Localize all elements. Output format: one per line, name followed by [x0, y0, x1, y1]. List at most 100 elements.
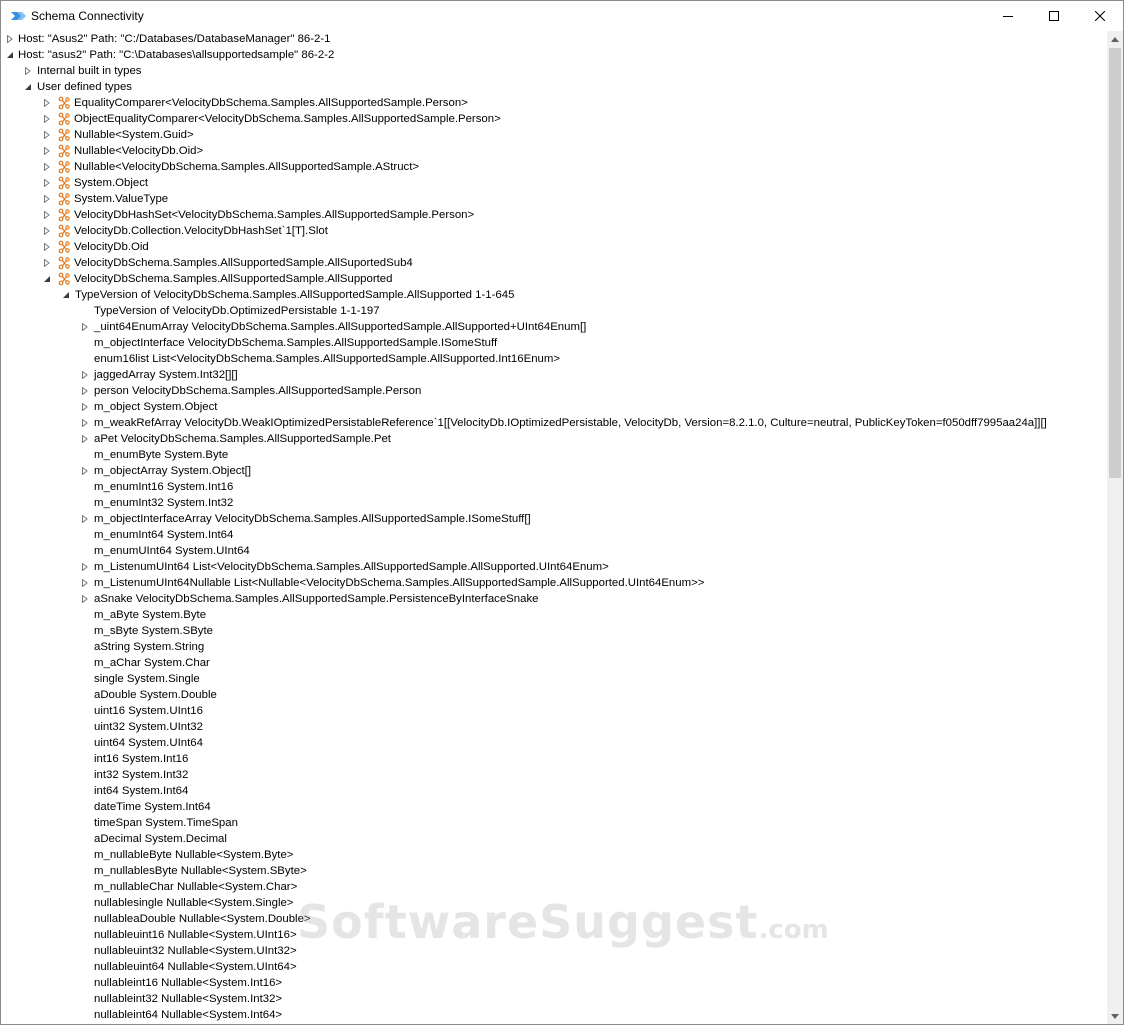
tree-item[interactable]: m_enumInt32 System.Int32	[1, 495, 1107, 511]
tree-item[interactable]: Nullable<VelocityDbSchema.Samples.AllSup…	[1, 159, 1107, 175]
expand-arrow-icon[interactable]	[43, 259, 51, 267]
expand-arrow-icon[interactable]	[81, 515, 89, 523]
tree-item[interactable]: EqualityComparer<VelocityDbSchema.Sample…	[1, 95, 1107, 111]
tree-item[interactable]: m_ListenumUInt64Nullable List<Nullable<V…	[1, 575, 1107, 591]
tree-item[interactable]: aSnake VelocityDbSchema.Samples.AllSuppo…	[1, 591, 1107, 607]
tree-item[interactable]: Host: "Asus2" Path: "C:/Databases/Databa…	[1, 31, 1107, 47]
tree-item[interactable]: m_objectInterfaceArray VelocityDbSchema.…	[1, 511, 1107, 527]
tree-item[interactable]: VelocityDbSchema.Samples.AllSupportedSam…	[1, 271, 1107, 287]
schema-connectivity-window: Schema Connectivity Host: "Asus2" Path: …	[0, 0, 1124, 1025]
tree-item[interactable]: VelocityDbHashSet<VelocityDbSchema.Sampl…	[1, 207, 1107, 223]
tree-item[interactable]: ObjectEqualityComparer<VelocityDbSchema.…	[1, 111, 1107, 127]
collapse-arrow-icon[interactable]	[43, 275, 51, 283]
tree-item[interactable]: nullableint64 Nullable<System.Int64>	[1, 1007, 1107, 1023]
tree-item[interactable]: User defined types	[1, 79, 1107, 95]
tree-item[interactable]: Nullable<System.Guid>	[1, 127, 1107, 143]
expand-arrow-icon[interactable]	[43, 227, 51, 235]
tree-item[interactable]: m_nullableByte Nullable<System.Byte>	[1, 847, 1107, 863]
collapse-arrow-icon[interactable]	[6, 51, 14, 59]
expand-arrow-icon[interactable]	[81, 579, 89, 587]
tree-item[interactable]: m_objectArray System.Object[]	[1, 463, 1107, 479]
tree-item[interactable]: nullableint16 Nullable<System.Int16>	[1, 975, 1107, 991]
tree-item[interactable]: m_enumInt64 System.Int64	[1, 527, 1107, 543]
tree-item[interactable]: int16 System.Int16	[1, 751, 1107, 767]
expand-arrow-icon[interactable]	[43, 99, 51, 107]
tree-item[interactable]: Host: "asus2" Path: "C:\Databases\allsup…	[1, 47, 1107, 63]
expand-arrow-icon[interactable]	[43, 147, 51, 155]
expand-arrow-icon[interactable]	[43, 131, 51, 139]
tree-item[interactable]: int32 System.Int32	[1, 767, 1107, 783]
collapse-arrow-icon[interactable]	[62, 291, 70, 299]
scroll-down-button[interactable]	[1107, 1008, 1123, 1024]
expand-arrow-icon[interactable]	[81, 563, 89, 571]
scrollbar-thumb[interactable]	[1109, 48, 1121, 478]
expand-arrow-icon[interactable]	[81, 403, 89, 411]
expand-arrow-icon[interactable]	[24, 67, 32, 75]
close-button[interactable]	[1077, 1, 1123, 31]
tree-item[interactable]: int64 System.Int64	[1, 783, 1107, 799]
expand-arrow-icon[interactable]	[43, 243, 51, 251]
expand-arrow-icon[interactable]	[43, 195, 51, 203]
expand-arrow-icon[interactable]	[81, 387, 89, 395]
tree-item[interactable]: nullableaDouble Nullable<System.Double>	[1, 911, 1107, 927]
tree-item[interactable]: Nullable<VelocityDb.Oid>	[1, 143, 1107, 159]
tree-item[interactable]: enum16list List<VelocityDbSchema.Samples…	[1, 351, 1107, 367]
tree-item[interactable]: System.ValueType	[1, 191, 1107, 207]
tree-item[interactable]: nullableuint32 Nullable<System.UInt32>	[1, 943, 1107, 959]
tree-item[interactable]: m_weakRefArray VelocityDb.WeakIOptimized…	[1, 415, 1107, 431]
tree-item[interactable]: timeSpan System.TimeSpan	[1, 815, 1107, 831]
expand-arrow-icon[interactable]	[6, 35, 14, 43]
tree-item[interactable]: m_sByte System.SByte	[1, 623, 1107, 639]
expand-arrow-icon[interactable]	[43, 115, 51, 123]
tree-item[interactable]: _uint64EnumArray VelocityDbSchema.Sample…	[1, 319, 1107, 335]
tree-item[interactable]: System.Object	[1, 175, 1107, 191]
tree-item[interactable]: aString System.String	[1, 639, 1107, 655]
schema-tree-view[interactable]: Host: "Asus2" Path: "C:/Databases/Databa…	[1, 31, 1107, 1024]
tree-item[interactable]: m_enumByte System.Byte	[1, 447, 1107, 463]
title-bar[interactable]: Schema Connectivity	[1, 1, 1123, 31]
tree-item[interactable]: dateTime System.Int64	[1, 799, 1107, 815]
tree-item[interactable]: m_enumUInt64 System.UInt64	[1, 543, 1107, 559]
tree-item[interactable]: jaggedArray System.Int32[][]	[1, 367, 1107, 383]
tree-item[interactable]: nullableuint16 Nullable<System.UInt16>	[1, 927, 1107, 943]
scroll-up-button[interactable]	[1107, 31, 1123, 47]
expand-arrow-icon[interactable]	[81, 595, 89, 603]
tree-item[interactable]: uint64 System.UInt64	[1, 735, 1107, 751]
collapse-arrow-icon[interactable]	[24, 83, 32, 91]
tree-item[interactable]: uint16 System.UInt16	[1, 703, 1107, 719]
tree-item[interactable]: TypeVersion of VelocityDb.OptimizedPersi…	[1, 303, 1107, 319]
tree-item[interactable]: aPet VelocityDbSchema.Samples.AllSupport…	[1, 431, 1107, 447]
tree-item[interactable]: VelocityDbSchema.Samples.AllSupportedSam…	[1, 255, 1107, 271]
tree-item[interactable]: m_aChar System.Char	[1, 655, 1107, 671]
tree-item[interactable]: person VelocityDbSchema.Samples.AllSuppo…	[1, 383, 1107, 399]
tree-item[interactable]: m_nullablesByte Nullable<System.SByte>	[1, 863, 1107, 879]
tree-item[interactable]: uint32 System.UInt32	[1, 719, 1107, 735]
tree-item[interactable]: aDouble System.Double	[1, 687, 1107, 703]
tree-item[interactable]: TypeVersion of VelocityDbSchema.Samples.…	[1, 287, 1107, 303]
tree-item[interactable]: Internal built in types	[1, 63, 1107, 79]
vertical-scrollbar[interactable]	[1107, 31, 1123, 1024]
minimize-button[interactable]	[985, 1, 1031, 31]
tree-item[interactable]: m_ListenumUInt64 List<VelocityDbSchema.S…	[1, 559, 1107, 575]
expand-arrow-icon[interactable]	[81, 467, 89, 475]
tree-item[interactable]: nullablesingle Nullable<System.Single>	[1, 895, 1107, 911]
tree-item[interactable]: VelocityDb.Oid	[1, 239, 1107, 255]
expand-arrow-icon[interactable]	[81, 435, 89, 443]
tree-item[interactable]: m_nullableChar Nullable<System.Char>	[1, 879, 1107, 895]
tree-item[interactable]: aDecimal System.Decimal	[1, 831, 1107, 847]
expand-arrow-icon[interactable]	[43, 163, 51, 171]
tree-item[interactable]: m_aByte System.Byte	[1, 607, 1107, 623]
tree-item[interactable]: m_object System.Object	[1, 399, 1107, 415]
maximize-button[interactable]	[1031, 1, 1077, 31]
expand-arrow-icon[interactable]	[81, 323, 89, 331]
expand-arrow-icon[interactable]	[81, 371, 89, 379]
tree-item[interactable]: VelocityDb.Collection.VelocityDbHashSet`…	[1, 223, 1107, 239]
expand-arrow-icon[interactable]	[43, 211, 51, 219]
expand-arrow-icon[interactable]	[81, 419, 89, 427]
tree-item[interactable]: nullableint32 Nullable<System.Int32>	[1, 991, 1107, 1007]
tree-item[interactable]: m_enumInt16 System.Int16	[1, 479, 1107, 495]
tree-item[interactable]: m_objectInterface VelocityDbSchema.Sampl…	[1, 335, 1107, 351]
tree-item[interactable]: single System.Single	[1, 671, 1107, 687]
tree-item[interactable]: nullableuint64 Nullable<System.UInt64>	[1, 959, 1107, 975]
expand-arrow-icon[interactable]	[43, 179, 51, 187]
